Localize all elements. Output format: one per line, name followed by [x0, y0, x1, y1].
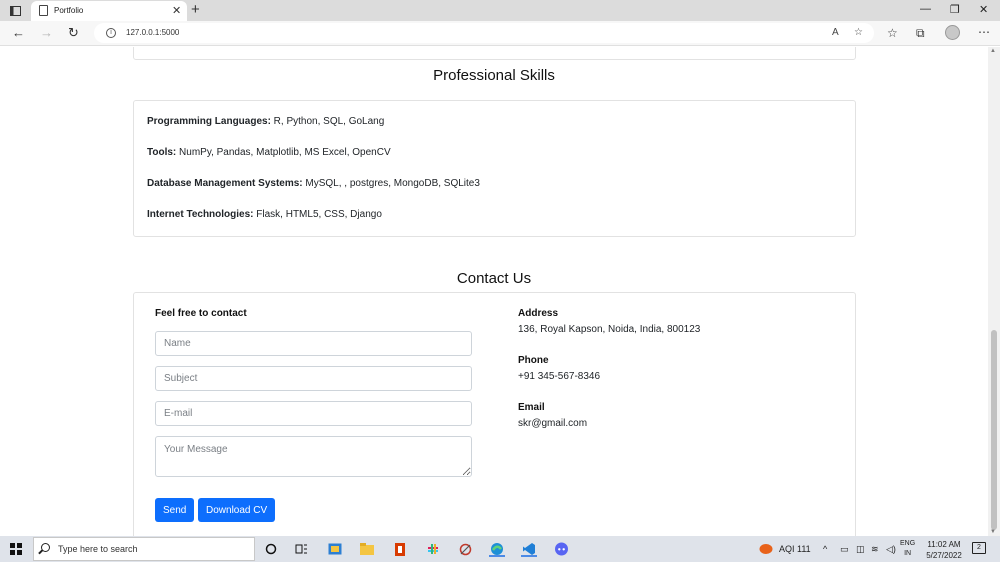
restore-icon[interactable]: ❐: [950, 3, 960, 16]
taskbar-clock[interactable]: 11:02 AM 5/27/2022: [922, 539, 966, 561]
close-tab-icon[interactable]: ✕: [172, 4, 181, 17]
input-language[interactable]: ENG IN: [900, 539, 915, 559]
windows-start-icon[interactable]: [10, 543, 22, 555]
skill-tools: Tools: NumPy, Pandas, Matplotlib, MS Exc…: [147, 147, 391, 158]
cortana-icon[interactable]: [263, 541, 279, 557]
contact-card: Feel free to contact Send Download CV Ad…: [133, 292, 856, 536]
page-scrollbar[interactable]: ▲ ▼: [988, 47, 1000, 536]
download-cv-button[interactable]: Download CV: [198, 498, 276, 522]
scroll-thumb[interactable]: [991, 330, 997, 530]
tab-actions-icon[interactable]: [4, 2, 26, 19]
tab-title: Portfolio: [54, 6, 84, 15]
address-label: Address: [518, 308, 559, 319]
wifi-icon[interactable]: ≋: [871, 544, 879, 555]
photos-app-icon[interactable]: [327, 541, 343, 557]
scroll-down-icon[interactable]: ▼: [990, 529, 996, 535]
contact-section-title: Contact Us: [456, 270, 532, 287]
snipping-tool-icon[interactable]: [457, 541, 473, 557]
phone-label: Phone: [518, 355, 549, 366]
send-button[interactable]: Send: [155, 498, 195, 522]
vscode-icon[interactable]: [521, 541, 537, 557]
taskbar-search-placeholder: Type here to search: [58, 544, 138, 554]
skill-programming-languages: Programming Languages: R, Python, SQL, G…: [147, 116, 385, 127]
slack-icon[interactable]: [425, 541, 441, 557]
page-viewport: Professional Skills Programming Language…: [0, 47, 988, 536]
taskbar-search[interactable]: Type here to search: [33, 537, 255, 561]
url-bar[interactable]: i 127.0.0.1:5000 A ☆: [94, 23, 874, 43]
meet-now-icon[interactable]: ◫: [856, 544, 865, 555]
site-info-icon[interactable]: i: [106, 28, 116, 38]
show-hidden-icons-icon[interactable]: ^: [823, 544, 827, 554]
office-icon[interactable]: [392, 541, 408, 557]
skills-section-title: Professional Skills: [433, 67, 555, 84]
active-app-indicator: [489, 555, 505, 557]
battery-icon[interactable]: ▭: [840, 544, 849, 555]
name-input[interactable]: [155, 331, 472, 356]
weather-icon[interactable]: [758, 541, 774, 557]
browser-tab-bar: Portfolio ✕ + — ❐ ✕: [0, 0, 1000, 21]
contact-form-heading: Feel free to contact: [155, 308, 247, 319]
task-view-icon[interactable]: [293, 541, 309, 557]
volume-icon[interactable]: ◁): [886, 544, 896, 555]
discord-icon[interactable]: [553, 541, 569, 557]
minimize-icon[interactable]: —: [920, 3, 931, 15]
profile-avatar[interactable]: [945, 25, 960, 40]
close-window-icon[interactable]: ✕: [979, 3, 988, 16]
email-input[interactable]: [155, 401, 472, 426]
skill-internet-technologies: Internet Technologies: Flask, HTML5, CSS…: [147, 209, 382, 220]
vscode-active-indicator: [521, 555, 537, 557]
skills-card: Programming Languages: R, Python, SQL, G…: [133, 100, 856, 237]
search-icon: [41, 543, 50, 552]
favorite-add-icon[interactable]: ☆: [854, 27, 863, 38]
read-aloud-icon[interactable]: A: [832, 27, 839, 38]
phone-value: +91 345-567-8346: [518, 371, 601, 382]
refresh-icon[interactable]: ↻: [68, 25, 79, 41]
forward-arrow-icon[interactable]: →: [40, 25, 53, 40]
address-toolbar: ← → ↻ i 127.0.0.1:5000 A ☆ ☆ ⧉ ⋯: [0, 21, 1000, 46]
windows-taskbar: Type here to search AQI 111 ^ ▭ ◫ ≋ ◁) E…: [0, 536, 1000, 562]
notifications-icon[interactable]: 2: [972, 542, 986, 554]
email-label: Email: [518, 402, 545, 413]
page-icon: [39, 5, 48, 16]
favorites-icon[interactable]: ☆: [887, 26, 898, 40]
collections-icon[interactable]: ⧉: [916, 26, 925, 41]
scroll-up-icon[interactable]: ▲: [990, 48, 996, 54]
address-value: 136, Royal Kapson, Noida, India, 800123: [518, 324, 701, 335]
back-arrow-icon[interactable]: ←: [12, 25, 25, 40]
subject-input[interactable]: [155, 366, 472, 391]
previous-card: [133, 47, 856, 60]
edge-browser-icon[interactable]: [489, 541, 505, 557]
message-textarea[interactable]: [155, 436, 472, 477]
new-tab-button[interactable]: +: [191, 1, 200, 18]
file-explorer-icon[interactable]: [359, 541, 375, 557]
aqi-text[interactable]: AQI 111: [779, 544, 811, 554]
url-text[interactable]: 127.0.0.1:5000: [126, 28, 179, 37]
skill-database-systems: Database Management Systems: MySQL, , po…: [147, 178, 480, 189]
email-value: skr@gmail.com: [518, 418, 588, 429]
more-options-icon[interactable]: ⋯: [978, 25, 990, 39]
browser-tab-portfolio[interactable]: Portfolio ✕: [31, 1, 187, 21]
